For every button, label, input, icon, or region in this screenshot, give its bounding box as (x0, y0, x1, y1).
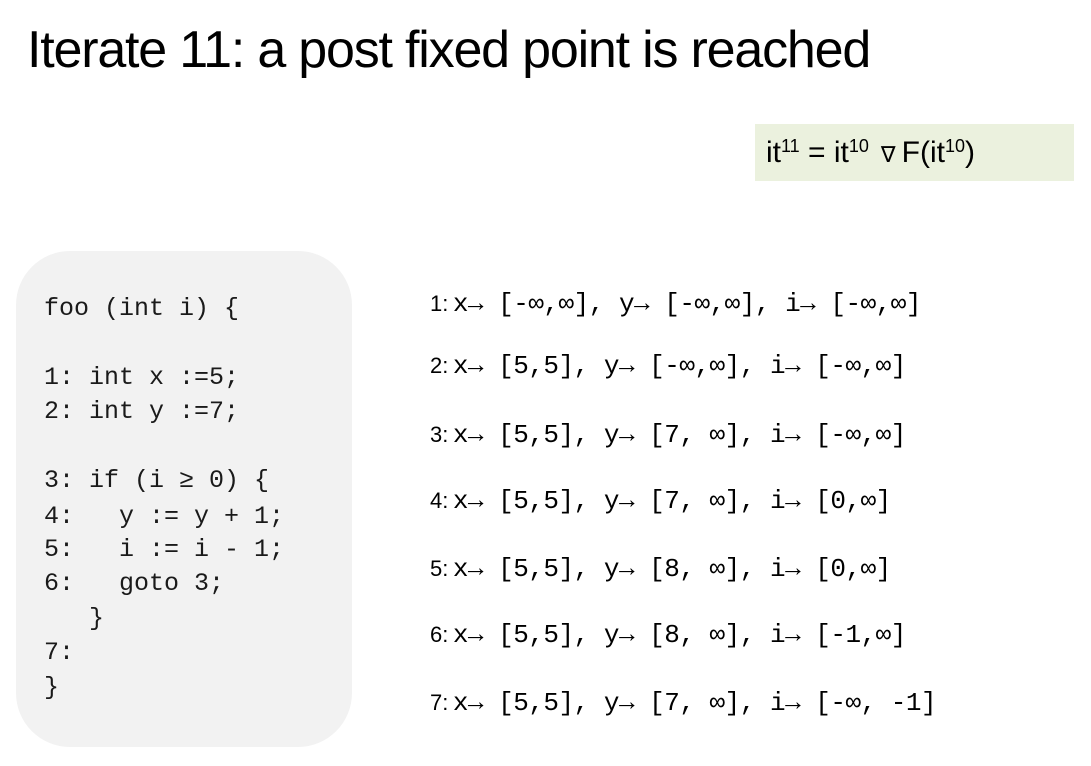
state-label: 2: (430, 353, 449, 378)
widening-formula: it11 = it10 ∇ F(it10) (755, 124, 1074, 181)
formula-func-close: ) (965, 136, 975, 169)
code-line: 6: goto 3; (44, 569, 225, 598)
code-line: 1: int x :=5; (44, 363, 240, 392)
code-line: 2: int y :=7; (44, 397, 240, 426)
state-expr: x→ [5,5], y→ [7, ∞], i→ [0,∞] (452, 486, 891, 516)
state-label: 1: (430, 291, 449, 316)
state-line-7: 7: x→ [5,5], y→ [7, ∞], i→ [-∞, -1] (430, 686, 937, 723)
state-label: 3: (430, 422, 449, 447)
state-line-4: 4: x→ [5,5], y→ [7, ∞], i→ [0,∞] (430, 484, 891, 521)
state-line-3: 3: x→ [5,5], y→ [7, ∞], i→ [-∞,∞] (430, 418, 906, 455)
state-line-5: 5: x→ [5,5], y→ [8, ∞], i→ [0,∞] (430, 552, 891, 589)
state-expr: x→ [5,5], y→ [7, ∞], i→ [-∞, -1] (452, 688, 937, 718)
code-line: } (44, 604, 105, 633)
code-line: 5: i := i - 1; (44, 535, 285, 564)
slide-title: Iterate 11: a post fixed point is reache… (27, 21, 871, 79)
code-line: 4: y := y + 1; (44, 502, 285, 531)
state-expr: x→ [5,5], y→ [-∞,∞], i→ [-∞,∞] (452, 351, 907, 381)
formula-eq: = (799, 136, 834, 169)
state-expr: x→ [5,5], y→ [8, ∞], i→ [-1,∞] (452, 620, 907, 650)
formula-func-open: F(it (901, 136, 945, 169)
formula-lhs: it (766, 136, 781, 169)
code-panel (16, 251, 352, 747)
code-line: } (44, 673, 60, 702)
code-line: 3: if (i ≥ 0) { (44, 466, 270, 495)
formula-arg1: it (833, 136, 849, 169)
state-label: 7: (430, 690, 449, 715)
state-expr: x→ [5,5], y→ [8, ∞], i→ [0,∞] (452, 554, 891, 584)
state-line-6: 6: x→ [5,5], y→ [8, ∞], i→ [-1,∞] (430, 618, 906, 655)
code-line: 7: (44, 638, 75, 667)
state-label: 6: (430, 622, 449, 647)
state-expr: x→ [-∞,∞], y→ [-∞,∞], i→ [-∞,∞] (452, 289, 922, 319)
formula-arg1-sup: 10 (848, 136, 869, 156)
widening-nabla-icon: ∇ (880, 142, 896, 167)
state-label: 5: (430, 556, 449, 581)
state-line-2: 2: x→ [5,5], y→ [-∞,∞], i→ [-∞,∞] (430, 349, 906, 386)
state-line-1: 1: x→ [-∞,∞], y→ [-∞,∞], i→ [-∞,∞] (430, 287, 922, 324)
state-expr: x→ [5,5], y→ [7, ∞], i→ [-∞,∞] (452, 420, 907, 450)
code-line: foo (int i) { (44, 294, 240, 323)
formula-lhs-sup: 11 (781, 136, 800, 156)
state-label: 4: (430, 488, 449, 513)
formula-arg2-sup: 10 (944, 136, 965, 156)
